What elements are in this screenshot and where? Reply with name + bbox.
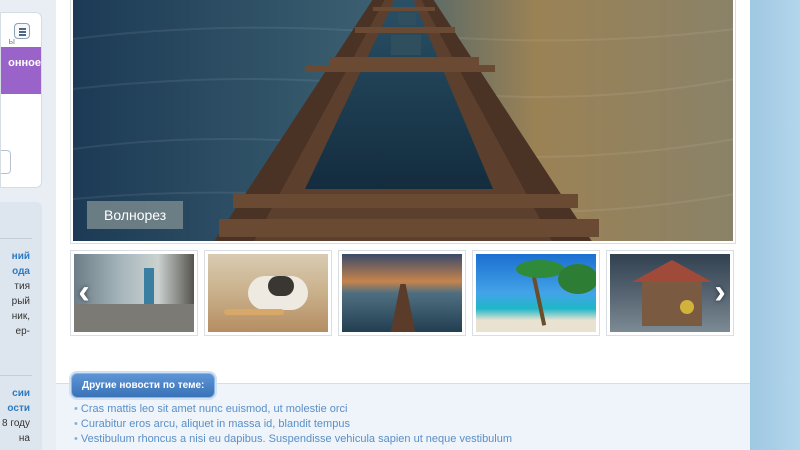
divider xyxy=(0,375,32,376)
sidebar-banner[interactable]: онное xyxy=(1,47,41,94)
sidebar-news-panel: ний ода тия рый ник, ер- сии ости 8 году… xyxy=(0,202,42,450)
news-body-line: ер- xyxy=(15,326,30,337)
news-body-line: ник, xyxy=(11,311,30,322)
news-body-line: на xyxy=(18,433,30,444)
related-news-link[interactable]: Vestibulum rhoncus a nisi eu dapibus. Su… xyxy=(74,432,512,447)
thumbnail-beach[interactable] xyxy=(472,250,600,336)
news-title-line[interactable]: ний xyxy=(12,249,30,264)
news-body-line: рый xyxy=(11,296,30,307)
sidebar-news-item-2[interactable]: сии ости 8 году на ых xyxy=(2,386,30,450)
thumbnail-strip: ‹ › xyxy=(70,250,736,336)
news-title-line[interactable]: сии xyxy=(2,386,30,401)
news-body-line: 8 году xyxy=(2,418,30,429)
sidebar-news-item-1[interactable]: ний ода тия рый ник, ер- xyxy=(12,249,30,339)
news-title-line[interactable]: ода xyxy=(12,264,30,279)
slider-main-image-frame[interactable]: Волнорез xyxy=(70,0,736,244)
related-news-list: Cras mattis leo sit amet nunc euismod, u… xyxy=(74,402,512,447)
chevron-right-icon[interactable]: › xyxy=(706,274,734,310)
news-body-line: тия xyxy=(14,281,30,292)
thumbnail-pier[interactable] xyxy=(338,250,466,336)
menu-icon[interactable] xyxy=(14,23,30,39)
related-news-link[interactable]: Cras mattis leo sit amet nunc euismod, u… xyxy=(74,402,512,417)
sidebar-card: ы онное xyxy=(0,12,42,188)
sidebar-button[interactable] xyxy=(1,150,11,174)
slider-caption: Волнорез xyxy=(87,201,184,229)
main-content: Волнорез ‹ › Другие новости по теме: • C… xyxy=(56,0,750,450)
related-news-heading: Другие новости по теме: xyxy=(71,373,216,398)
divider xyxy=(0,238,32,239)
news-title-line[interactable]: ости xyxy=(2,401,30,416)
related-news-link[interactable]: Curabitur eros arcu, aliquet in massa id… xyxy=(74,417,512,432)
slider-main-image[interactable]: Волнорез xyxy=(73,0,733,241)
news-body-line: ых xyxy=(2,446,30,450)
sidebar-card-text: ы xyxy=(8,36,15,46)
chevron-left-icon[interactable]: ‹ xyxy=(70,274,98,310)
left-sidebar: ы онное ний ода тия рый ник, ер- сии ост… xyxy=(0,0,56,450)
thumbnail-cat[interactable] xyxy=(204,250,332,336)
page-background-right xyxy=(750,0,800,450)
